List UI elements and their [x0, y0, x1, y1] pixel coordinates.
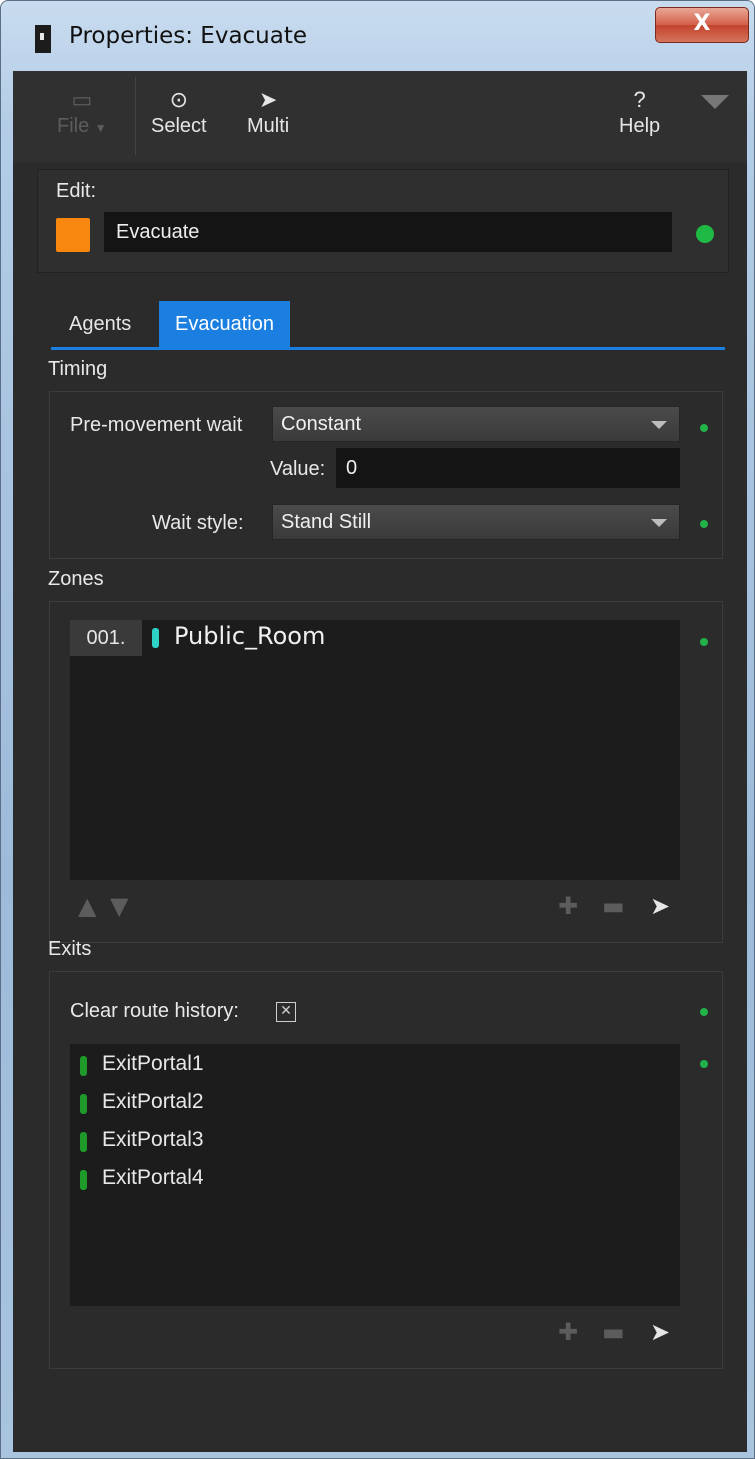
help-icon: ? [633, 87, 646, 112]
door-icon [35, 25, 51, 53]
tab-evacuation[interactable]: Evacuation [159, 301, 290, 347]
select-button[interactable]: ⊙ Select [151, 85, 207, 138]
properties-panel: ▭ File ▼ ⊙ Select ➤ Multi ? Help Edit: E… [13, 71, 747, 1452]
zones-title: Zones [48, 568, 104, 590]
exit-name: ExitPortal2 [102, 1090, 204, 1113]
edit-section: Edit: Evacuate [37, 169, 729, 273]
status-dot [700, 638, 708, 646]
remove-icon[interactable]: ▬ [602, 892, 625, 920]
multi-button[interactable]: ➤ Multi [247, 85, 289, 138]
folder-icon: ▭ [71, 87, 93, 112]
chevron-down-icon [651, 519, 667, 527]
exits-title: Exits [48, 938, 92, 960]
clear-route-checkbox[interactable]: ✕ [276, 1002, 296, 1022]
move-down-icon[interactable]: ▼ [110, 892, 128, 920]
pre-movement-value: Constant [281, 413, 362, 435]
zone-name: Public_Room [174, 622, 326, 650]
chevron-down-icon: ▼ [94, 121, 107, 135]
title-bar[interactable]: Properties: Evacuate X [1, 1, 754, 69]
exits-group: Exits Clear route history: ✕ ExitPortal1… [48, 938, 723, 1369]
zone-index: 001. [70, 620, 142, 656]
properties-window: Properties: Evacuate X ▭ File ▼ ⊙ Select… [0, 0, 755, 1459]
wait-style-label: Wait style: [152, 512, 244, 534]
toolbar: ▭ File ▼ ⊙ Select ➤ Multi ? Help [13, 71, 747, 163]
pre-movement-label: Pre-movement wait [70, 414, 243, 436]
add-icon[interactable]: ✚ [558, 892, 578, 920]
select-label: Select [151, 115, 207, 137]
multi-label: Multi [247, 115, 290, 137]
close-button[interactable]: X [655, 7, 749, 43]
target-icon: ⊙ [169, 87, 189, 112]
status-dot [700, 1060, 708, 1068]
color-swatch[interactable] [56, 218, 90, 252]
toolbar-overflow-icon[interactable] [701, 95, 729, 109]
timing-title: Timing [48, 358, 108, 380]
zones-list[interactable]: 001. Public_Room [70, 620, 680, 880]
help-button[interactable]: ? Help [619, 85, 660, 138]
zones-group: Zones 001. Public_Room ▲ ▼ ✚ ▬ ➤ [48, 568, 723, 943]
clear-route-label: Clear route history: [70, 1000, 239, 1022]
exits-list[interactable]: ExitPortal1 ExitPortal2 ExitPortal3 Exit… [70, 1044, 680, 1306]
pre-movement-select[interactable]: Constant [272, 406, 680, 442]
exit-color-marker [80, 1132, 87, 1152]
value-field[interactable]: 0 [336, 448, 680, 488]
zone-color-marker [152, 628, 159, 648]
help-label: Help [619, 115, 661, 137]
wait-style-select[interactable]: Stand Still [272, 504, 680, 540]
chevron-down-icon [651, 421, 667, 429]
exit-name: ExitPortal1 [102, 1052, 204, 1075]
edit-label: Edit: [56, 180, 97, 202]
move-up-icon[interactable]: ▲ [78, 892, 96, 920]
wait-style-value: Stand Still [281, 511, 372, 533]
window-title: Properties: Evacuate [69, 23, 308, 49]
tab-bar: Agents Evacuation [51, 301, 725, 350]
file-label: File [57, 115, 90, 137]
pointer-icon[interactable]: ➤ [650, 892, 670, 920]
tab-agents[interactable]: Agents [53, 301, 147, 347]
exit-color-marker [80, 1056, 87, 1076]
remove-icon[interactable]: ▬ [602, 1318, 625, 1346]
add-icon[interactable]: ✚ [558, 1318, 578, 1346]
status-dot [696, 225, 714, 243]
exit-color-marker [80, 1170, 87, 1190]
timing-group: Timing Pre-movement wait Constant Value:… [48, 358, 723, 559]
name-field[interactable]: Evacuate [104, 212, 672, 252]
status-dot [700, 520, 708, 528]
status-dot [700, 1008, 708, 1016]
pointer-icon[interactable]: ➤ [650, 1318, 670, 1346]
exit-name: ExitPortal4 [102, 1166, 204, 1189]
exit-name: ExitPortal3 [102, 1128, 204, 1151]
value-label: Value: [270, 458, 326, 480]
file-menu-button[interactable]: ▭ File ▼ [57, 85, 107, 138]
toolbar-separator [135, 77, 136, 155]
status-dot [700, 424, 708, 432]
exit-color-marker [80, 1094, 87, 1114]
pointer-icon: ➤ [258, 87, 278, 112]
